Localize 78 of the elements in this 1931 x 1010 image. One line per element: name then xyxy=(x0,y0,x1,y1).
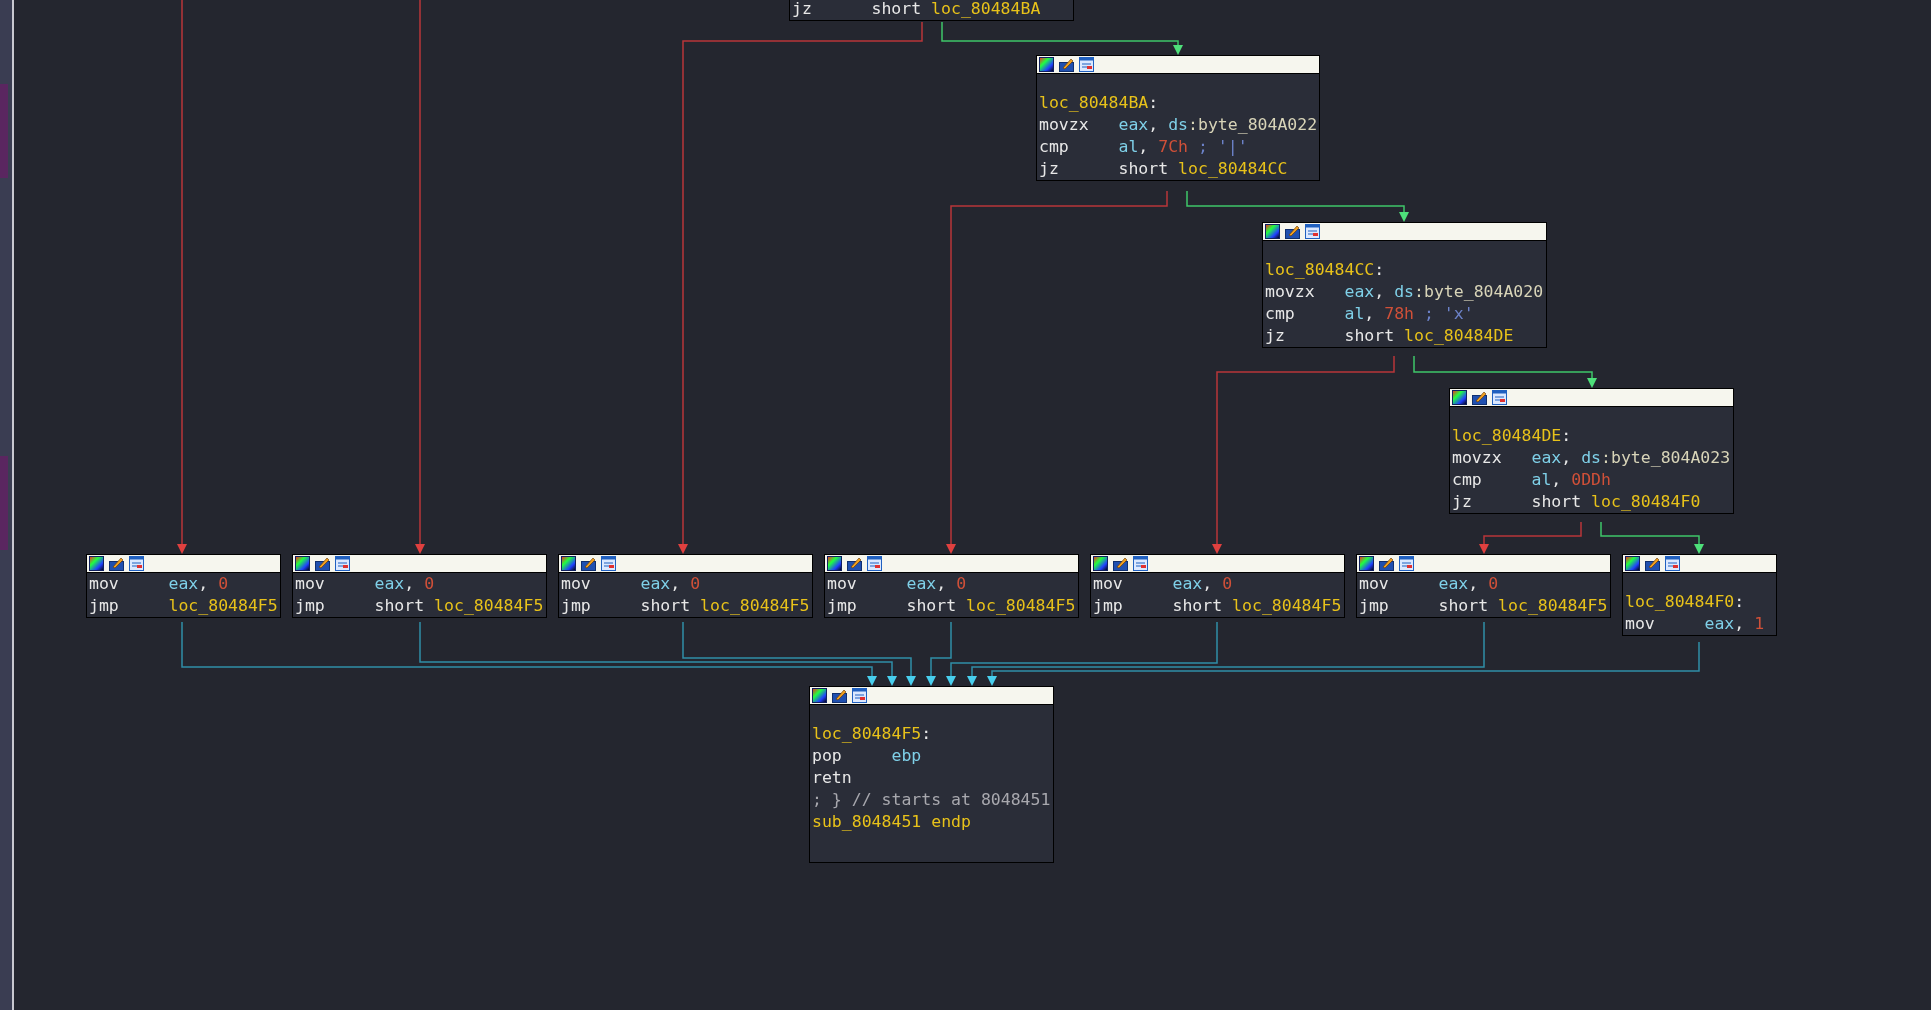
window-icon[interactable] xyxy=(335,556,350,571)
code-block[interactable]: loc_80484F5: pop ebp retn ; } // starts at 8048451 sub_8048451 endp xyxy=(809,686,1054,863)
code-line: loc_80484F5: xyxy=(812,723,933,745)
color-palette-icon[interactable] xyxy=(1359,556,1374,571)
code-line: jmp short loc_80484F5 xyxy=(1359,595,1608,617)
code-block[interactable]: jz short loc_80484BA xyxy=(789,0,1074,21)
code-line: mov eax, 1 xyxy=(1625,613,1766,635)
code-line: jz short loc_80484DE xyxy=(1265,325,1515,347)
color-palette-icon[interactable] xyxy=(1039,57,1054,72)
pencil-icon[interactable] xyxy=(315,556,330,571)
code-block[interactable]: loc_80484F0: mov eax, 1 xyxy=(1622,554,1777,636)
code-block[interactable]: loc_80484BA: movzx eax, ds:byte_804A022 cmp al, 7Ch ; '|' jz short loc_80484CC xyxy=(1036,55,1320,181)
window-icon[interactable] xyxy=(1399,556,1414,571)
window-icon[interactable] xyxy=(1492,390,1507,405)
window-icon[interactable] xyxy=(852,688,867,703)
code-block[interactable]: mov eax, 0 jmp short loc_80484F5 xyxy=(292,554,547,618)
code-line: mov eax, 0 xyxy=(827,573,968,595)
code-line: jz short loc_80484F0 xyxy=(1452,491,1702,513)
window-icon[interactable] xyxy=(1079,57,1094,72)
code-line: pop ebp xyxy=(812,745,923,767)
code-line: jmp short loc_80484F5 xyxy=(295,595,544,617)
window-icon[interactable] xyxy=(601,556,616,571)
code-line: jz short loc_80484BA xyxy=(792,0,1042,20)
code-line: ; } // starts at 8048451 xyxy=(812,789,1051,811)
pencil-icon[interactable] xyxy=(1472,390,1487,405)
pencil-icon[interactable] xyxy=(1113,556,1128,571)
pencil-icon[interactable] xyxy=(109,556,124,571)
window-icon[interactable] xyxy=(1305,224,1320,239)
window-icon[interactable] xyxy=(1133,556,1148,571)
window-icon[interactable] xyxy=(867,556,882,571)
code-line: mov eax, 0 xyxy=(1359,573,1500,595)
color-palette-icon[interactable] xyxy=(827,556,842,571)
code-block[interactable]: mov eax, 0 jmp short loc_80484F5 xyxy=(1356,554,1611,618)
code-line: movzx eax, ds:byte_804A023 xyxy=(1452,447,1731,469)
overview-panel[interactable] xyxy=(0,0,14,1010)
pencil-icon[interactable] xyxy=(1645,556,1660,571)
code-block[interactable]: mov eax, 0 jmp short loc_80484F5 xyxy=(558,554,813,618)
color-palette-icon[interactable] xyxy=(812,688,827,703)
code-block[interactable]: mov eax, 0 jmp short loc_80484F5 xyxy=(1090,554,1345,618)
code-block[interactable]: mov eax, 0 jmp loc_80484F5 xyxy=(86,554,281,618)
code-line: loc_80484F0: xyxy=(1625,591,1746,613)
color-palette-icon[interactable] xyxy=(1093,556,1108,571)
code-line: movzx eax, ds:byte_804A020 xyxy=(1265,281,1544,303)
code-line: jmp short loc_80484F5 xyxy=(827,595,1076,617)
pencil-icon[interactable] xyxy=(832,688,847,703)
code-line: loc_80484CC: xyxy=(1265,259,1386,281)
code-line: mov eax, 0 xyxy=(561,573,702,595)
color-palette-icon[interactable] xyxy=(561,556,576,571)
code-line: jmp short loc_80484F5 xyxy=(1093,595,1342,617)
color-palette-icon[interactable] xyxy=(89,556,104,571)
pencil-icon[interactable] xyxy=(1285,224,1300,239)
code-line: retn xyxy=(812,767,853,789)
color-palette-icon[interactable] xyxy=(1452,390,1467,405)
window-icon[interactable] xyxy=(129,556,144,571)
pencil-icon[interactable] xyxy=(1059,57,1074,72)
code-line: cmp al, 0DDh xyxy=(1452,469,1612,491)
code-line: loc_80484DE: xyxy=(1452,425,1573,447)
code-line: mov eax, 0 xyxy=(89,573,230,595)
code-line: cmp al, 78h ; 'x' xyxy=(1265,303,1475,325)
code-block[interactable]: loc_80484DE: movzx eax, ds:byte_804A023 cmp al, 0DDh jz short loc_80484F0 xyxy=(1449,388,1734,514)
code-line: loc_80484BA: xyxy=(1039,92,1160,114)
color-palette-icon[interactable] xyxy=(295,556,310,571)
pencil-icon[interactable] xyxy=(1379,556,1394,571)
code-line: mov eax, 0 xyxy=(295,573,436,595)
code-line: jmp loc_80484F5 xyxy=(89,595,278,617)
code-line: movzx eax, ds:byte_804A022 xyxy=(1039,114,1317,136)
color-palette-icon[interactable] xyxy=(1625,556,1640,571)
code-block[interactable]: loc_80484CC: movzx eax, ds:byte_804A020 cmp al, 78h ; 'x' jz short loc_80484DE xyxy=(1262,222,1547,348)
code-block[interactable]: mov eax, 0 jmp short loc_80484F5 xyxy=(824,554,1079,618)
pencil-icon[interactable] xyxy=(581,556,596,571)
code-line: cmp al, 7Ch ; '|' xyxy=(1039,136,1249,158)
code-line: sub_8048451 endp xyxy=(812,811,972,833)
code-line: jmp short loc_80484F5 xyxy=(561,595,810,617)
code-line: jz short loc_80484CC xyxy=(1039,158,1289,180)
code-line: mov eax, 0 xyxy=(1093,573,1234,595)
color-palette-icon[interactable] xyxy=(1265,224,1280,239)
window-icon[interactable] xyxy=(1665,556,1680,571)
pencil-icon[interactable] xyxy=(847,556,862,571)
